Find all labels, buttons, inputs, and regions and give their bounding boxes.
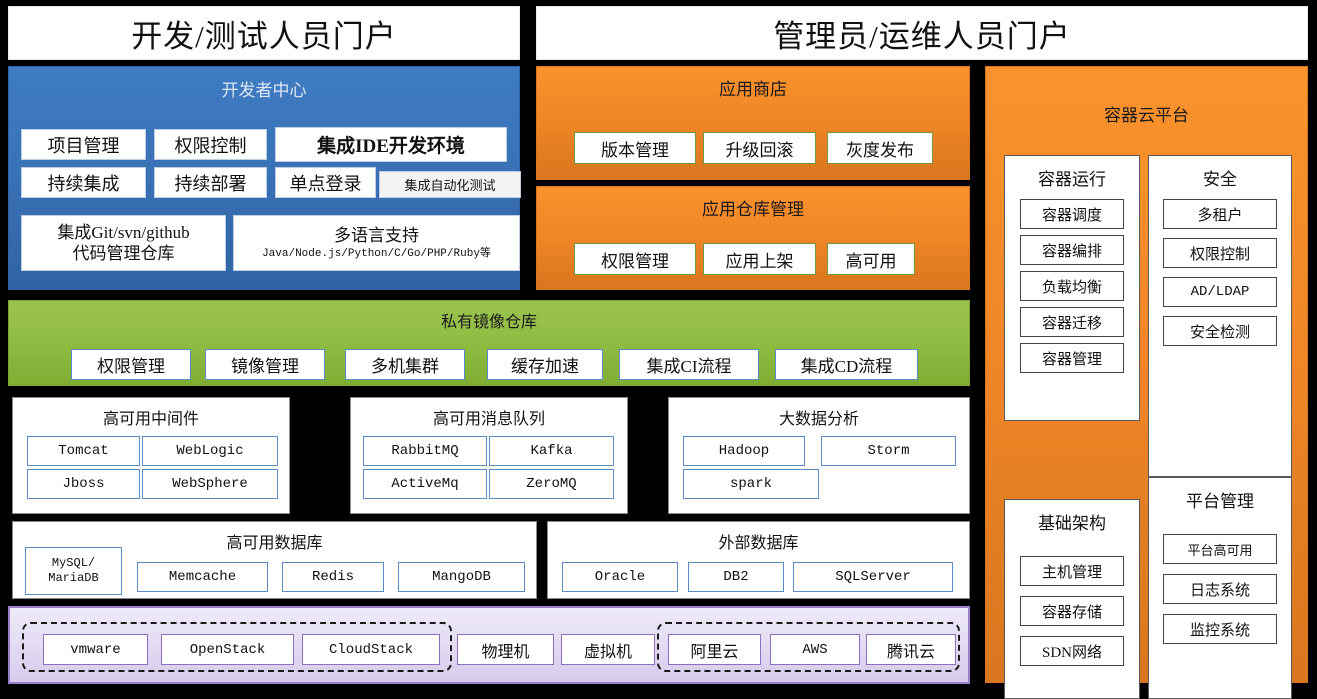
cc-host-management[interactable]: 主机管理 xyxy=(1020,556,1124,586)
big-data-title: 大数据分析 xyxy=(778,411,859,428)
cc-container-orchestration[interactable]: 容器编排 xyxy=(1020,235,1124,265)
private-registry-title: 私有镜像仓库 xyxy=(440,314,537,331)
security-group: 安全 多租户 权限控制 AD/LDAP 安全检测 xyxy=(1148,155,1292,477)
db-mysql-mariadb[interactable]: MySQL/ MariaDB xyxy=(25,547,122,595)
app-repo-app-listing[interactable]: 应用上架 xyxy=(703,243,816,275)
container-runtime-title: 容器运行 xyxy=(1038,170,1106,189)
middleware-jboss[interactable]: Jboss xyxy=(27,469,140,499)
dev-permission-control[interactable]: 权限控制 xyxy=(154,129,267,160)
platform-management-title: 平台管理 xyxy=(1186,492,1254,511)
dev-integrated-ide[interactable]: 集成IDE开发环境 xyxy=(275,127,507,162)
portal-title-right: 管理员/运维人员门户 xyxy=(536,6,1308,60)
message-queue-title: 高可用消息队列 xyxy=(432,411,545,428)
mq-activemq[interactable]: ActiveMq xyxy=(363,469,487,499)
dev-project-management[interactable]: 项目管理 xyxy=(21,129,146,160)
db-mysql-line2: MariaDB xyxy=(48,571,99,585)
infrastructure-group: 基础架构 主机管理 容器存储 SDN网络 xyxy=(1004,499,1140,699)
app-repository-panel: 应用仓库管理 权限管理 应用上架 高可用 xyxy=(536,186,970,290)
infra-cloudstack[interactable]: CloudStack xyxy=(302,634,440,665)
app-repository-title: 应用仓库管理 xyxy=(702,200,804,219)
middleware-weblogic[interactable]: WebLogic xyxy=(142,436,278,466)
cc-container-storage[interactable]: 容器存储 xyxy=(1020,596,1124,626)
dev-code-repository-line2: 代码管理仓库 xyxy=(72,244,175,263)
db-redis[interactable]: Redis xyxy=(282,562,384,592)
cc-ad-ldap[interactable]: AD/LDAP xyxy=(1163,277,1277,307)
mq-rabbitmq[interactable]: RabbitMQ xyxy=(363,436,487,466)
middleware-tomcat[interactable]: Tomcat xyxy=(27,436,140,466)
container-cloud-title: 容器云平台 xyxy=(1104,106,1189,125)
dev-continuous-integration[interactable]: 持续集成 xyxy=(21,167,146,198)
container-cloud-panel: 容器云平台 容器运行 容器调度 容器编排 负载均衡 容器迁移 容器管理 安全 多… xyxy=(985,66,1308,699)
registry-integrated-ci[interactable]: 集成CI流程 xyxy=(619,349,759,380)
app-store-panel: 应用商店 版本管理 升级回滚 灰度发布 xyxy=(536,66,970,180)
cc-monitoring-system[interactable]: 监控系统 xyxy=(1163,614,1277,644)
cc-container-migration[interactable]: 容器迁移 xyxy=(1020,307,1124,337)
dev-multi-language-list: Java/Node.js/Python/C/Go/PHP/Ruby等 xyxy=(262,247,491,260)
dev-code-repository-line1: 集成Git/svn/github xyxy=(57,222,190,242)
cc-container-management[interactable]: 容器管理 xyxy=(1020,343,1124,373)
app-repo-high-availability[interactable]: 高可用 xyxy=(827,243,915,275)
db-memcache[interactable]: Memcache xyxy=(137,562,268,592)
message-queue-card: 高可用消息队列 RabbitMQ Kafka ActiveMq ZeroMQ xyxy=(350,397,628,514)
dev-multi-language-support[interactable]: 多语言支持 Java/Node.js/Python/C/Go/PHP/Ruby等 xyxy=(233,215,520,271)
mq-zeromq[interactable]: ZeroMQ xyxy=(489,469,614,499)
developer-center-title: 开发者中心 xyxy=(221,81,307,100)
platform-management-group: 平台管理 平台高可用 日志系统 监控系统 xyxy=(1148,477,1292,699)
infra-vmware[interactable]: vmware xyxy=(43,634,148,665)
infrastructure-panel: vmware OpenStack CloudStack 物理机 虚拟机 阿里云 … xyxy=(8,606,970,684)
bigdata-hadoop[interactable]: Hadoop xyxy=(683,436,805,466)
middleware-card: 高可用中间件 Tomcat WebLogic Jboss WebSphere xyxy=(12,397,290,514)
portal-title-left: 开发/测试人员门户 xyxy=(8,6,520,60)
infra-aliyun[interactable]: 阿里云 xyxy=(668,634,761,665)
registry-image-management[interactable]: 镜像管理 xyxy=(205,349,325,380)
registry-cache-acceleration[interactable]: 缓存加速 xyxy=(487,349,603,380)
cc-security-detection[interactable]: 安全检测 xyxy=(1163,316,1277,346)
dev-single-sign-on[interactable]: 单点登录 xyxy=(275,167,376,198)
infra-tencent-cloud[interactable]: 腾讯云 xyxy=(866,634,956,665)
infra-openstack[interactable]: OpenStack xyxy=(161,634,294,665)
infra-virtual-machine[interactable]: 虚拟机 xyxy=(561,634,655,665)
cc-sdn-network[interactable]: SDN网络 xyxy=(1020,636,1124,666)
app-store-gray-release[interactable]: 灰度发布 xyxy=(827,132,933,164)
dev-continuous-deployment[interactable]: 持续部署 xyxy=(154,167,267,198)
bigdata-spark[interactable]: spark xyxy=(683,469,819,499)
db-mysql-line1: MySQL/ xyxy=(51,556,96,570)
bigdata-storm[interactable]: Storm xyxy=(821,436,956,466)
architecture-diagram: 开发/测试人员门户 管理员/运维人员门户 开发者中心 项目管理 权限控制 集成I… xyxy=(0,0,1317,699)
extdb-sqlserver[interactable]: SQLServer xyxy=(793,562,953,592)
developer-center-panel: 开发者中心 项目管理 权限控制 集成IDE开发环境 持续集成 持续部署 单点登录… xyxy=(8,66,521,290)
app-repo-permission-management[interactable]: 权限管理 xyxy=(574,243,696,275)
registry-multi-node-cluster[interactable]: 多机集群 xyxy=(345,349,465,380)
cc-load-balancing[interactable]: 负载均衡 xyxy=(1020,271,1124,301)
infrastructure-title: 基础架构 xyxy=(1038,514,1106,533)
app-store-upgrade-rollback[interactable]: 升级回滚 xyxy=(703,132,816,164)
app-store-version-management[interactable]: 版本管理 xyxy=(574,132,696,164)
external-database-title: 外部数据库 xyxy=(718,535,799,552)
dev-automated-testing[interactable]: 集成自动化测试 xyxy=(379,171,521,198)
private-registry-panel: 私有镜像仓库 权限管理 镜像管理 多机集群 缓存加速 集成CI流程 集成CD流程 xyxy=(8,300,970,386)
middleware-websphere[interactable]: WebSphere xyxy=(142,469,278,499)
external-database-card: 外部数据库 Oracle DB2 SQLServer xyxy=(547,521,970,599)
db-mangodb[interactable]: MangoDB xyxy=(398,562,525,592)
ha-database-card: 高可用数据库 MySQL/ MariaDB Memcache Redis Man… xyxy=(12,521,537,599)
dev-multi-language-title: 多语言支持 xyxy=(334,225,419,245)
cc-multi-tenant[interactable]: 多租户 xyxy=(1163,199,1277,229)
cc-container-scheduling[interactable]: 容器调度 xyxy=(1020,199,1124,229)
infra-aws[interactable]: AWS xyxy=(770,634,860,665)
security-title: 安全 xyxy=(1203,170,1237,189)
extdb-db2[interactable]: DB2 xyxy=(688,562,784,592)
middleware-title: 高可用中间件 xyxy=(102,411,199,428)
container-runtime-group: 容器运行 容器调度 容器编排 负载均衡 容器迁移 容器管理 xyxy=(1004,155,1140,421)
extdb-oracle[interactable]: Oracle xyxy=(562,562,678,592)
infra-physical-machine[interactable]: 物理机 xyxy=(457,634,554,665)
mq-kafka[interactable]: Kafka xyxy=(489,436,614,466)
dev-code-repository[interactable]: 集成Git/svn/github 代码管理仓库 xyxy=(21,215,226,271)
cc-log-system[interactable]: 日志系统 xyxy=(1163,574,1277,604)
registry-integrated-cd[interactable]: 集成CD流程 xyxy=(775,349,918,380)
app-store-title: 应用商店 xyxy=(719,80,787,99)
cc-platform-ha[interactable]: 平台高可用 xyxy=(1163,534,1277,564)
big-data-card: 大数据分析 Hadoop Storm spark xyxy=(668,397,970,514)
cc-permission-control[interactable]: 权限控制 xyxy=(1163,238,1277,268)
registry-permission-management[interactable]: 权限管理 xyxy=(71,349,191,380)
